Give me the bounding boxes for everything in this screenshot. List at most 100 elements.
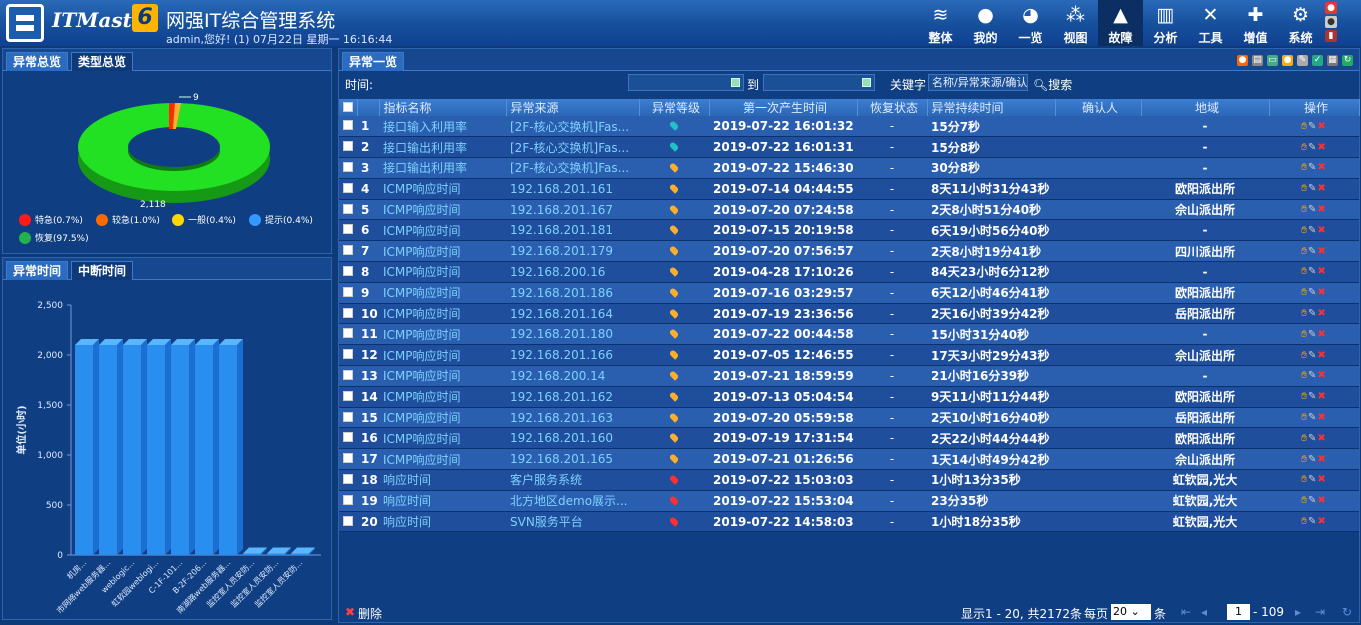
delete-button[interactable]: 删除 <box>358 605 382 622</box>
metric-name-link[interactable]: ICMP响应时间 <box>379 323 506 346</box>
tab-anomaly-overview[interactable]: 异常总览 <box>6 52 69 71</box>
row-checkbox[interactable] <box>343 473 353 484</box>
source-link[interactable]: [2F-核心交换机]Fas... <box>506 157 639 179</box>
metric-name-link[interactable]: ICMP响应时间 <box>379 427 506 450</box>
hand-icon[interactable]: ✋︎ <box>1301 142 1308 153</box>
source-link[interactable]: 192.168.201.164 <box>506 303 639 325</box>
hand-icon[interactable]: ✋︎ <box>1301 121 1308 132</box>
legend-item[interactable]: 较急(1.0%) <box>96 213 160 226</box>
edit-icon[interactable]: ✎ <box>1308 121 1317 132</box>
row-checkbox[interactable] <box>343 245 353 256</box>
edit-icon[interactable]: ✎ <box>1308 266 1317 277</box>
table-row[interactable]: 20 响应时间 SVN服务平台 2019-07-22 14:58:03-1小时18分3… <box>339 511 1359 533</box>
table-row[interactable]: 1 接口输入利用率 [2F-核心交换机]Fas... 2019-07-22 16:01… <box>339 116 1359 138</box>
alarm-icon[interactable]: ● <box>1325 2 1337 14</box>
source-link[interactable]: 客户服务系统 <box>506 469 639 491</box>
column-header[interactable]: 操作 <box>1269 99 1360 116</box>
edit-icon[interactable]: ✎ <box>1308 287 1317 298</box>
delete-icon[interactable]: ✖ <box>1317 433 1326 444</box>
excel-icon[interactable]: ▦ <box>1327 55 1338 66</box>
delete-icon[interactable]: ✖ <box>1317 412 1326 423</box>
hand-icon[interactable]: ✋︎ <box>1301 204 1308 215</box>
metric-name-link[interactable]: ICMP响应时间 <box>379 219 506 242</box>
hand-icon[interactable]: ✋︎ <box>1301 266 1308 277</box>
table-row[interactable]: 12 ICMP响应时间 192.168.201.166 2019-07-05 12:4… <box>339 344 1359 367</box>
hand-icon[interactable]: ✋︎ <box>1301 350 1308 361</box>
source-link[interactable]: SVN服务平台 <box>506 511 639 533</box>
source-link[interactable]: 192.168.201.163 <box>506 407 639 429</box>
source-link[interactable]: 192.168.200.16 <box>506 261 639 283</box>
row-checkbox[interactable] <box>343 432 353 443</box>
edit-icon[interactable]: ✎ <box>1308 308 1317 319</box>
edit-icon[interactable]: ✎ <box>1308 433 1317 444</box>
metric-name-link[interactable]: 接口输出利用率 <box>379 157 506 179</box>
table-row[interactable]: 9 ICMP响应时间 192.168.201.186 2019-07-16 03:29… <box>339 282 1359 304</box>
row-checkbox[interactable] <box>343 328 353 339</box>
edit-icon[interactable]: ✎ <box>1308 370 1317 381</box>
table-row[interactable]: 15 ICMP响应时间 192.168.201.163 2019-07-20 05:5… <box>339 407 1359 429</box>
legend-item[interactable]: 特急(0.7%) <box>19 213 83 226</box>
source-link[interactable]: 192.168.201.167 <box>506 199 639 221</box>
row-checkbox[interactable] <box>343 182 353 193</box>
source-link[interactable]: 192.168.201.161 <box>506 178 639 200</box>
delete-icon[interactable]: ✖ <box>1317 391 1326 402</box>
delete-icon[interactable]: ✖ <box>1317 454 1326 465</box>
source-link[interactable]: 192.168.201.186 <box>506 282 639 304</box>
table-row[interactable]: 6 ICMP响应时间 192.168.201.181 2019-07-15 20:19… <box>339 219 1359 242</box>
column-header[interactable]: 恢复状态 <box>857 99 928 116</box>
delete-icon[interactable]: ✖ <box>1317 516 1326 527</box>
refresh-page-icon[interactable]: ↻ <box>1342 605 1352 619</box>
next-page-icon[interactable]: ▸ <box>1295 605 1301 619</box>
row-checkbox[interactable] <box>343 120 353 131</box>
hand-icon[interactable]: ✋︎ <box>1301 225 1308 236</box>
delete-icon[interactable]: ✖ <box>1317 121 1326 132</box>
edit-icon[interactable]: ✎ <box>1308 329 1317 340</box>
calendar-icon[interactable] <box>862 78 871 87</box>
hand-icon[interactable]: ✋︎ <box>1301 183 1308 194</box>
last-page-icon[interactable]: ⇥ <box>1315 605 1325 619</box>
table-row[interactable]: 10 ICMP响应时间 192.168.201.164 2019-07-19 23:3… <box>339 303 1359 325</box>
table-row[interactable]: 16 ICMP响应时间 192.168.201.160 2019-07-19 17:3… <box>339 427 1359 450</box>
edit-icon[interactable]: ✎ <box>1308 412 1317 423</box>
table-row[interactable]: 14 ICMP响应时间 192.168.201.162 2019-07-13 05:0… <box>339 386 1359 408</box>
hand-icon[interactable]: ✋︎ <box>1301 162 1308 173</box>
metric-name-link[interactable]: ICMP响应时间 <box>379 407 506 429</box>
metric-name-link[interactable]: ICMP响应时间 <box>379 199 506 221</box>
source-link[interactable]: 192.168.201.179 <box>506 240 639 263</box>
table-row[interactable]: 2 接口输出利用率 [2F-核心交换机]Fas... 2019-07-22 16:01… <box>339 136 1359 159</box>
table-row[interactable]: 19 响应时间 北方地区demo展示... 2019-07-22 15:53:04-2… <box>339 490 1359 512</box>
delete-icon[interactable]: ✖ <box>1317 495 1326 506</box>
hand-icon[interactable]: ✋︎ <box>1301 454 1308 465</box>
row-checkbox[interactable] <box>343 369 353 380</box>
legend-item[interactable]: 恢复(97.5%) <box>19 231 89 244</box>
tab-type-overview[interactable]: 类型总览 <box>71 52 134 71</box>
column-header[interactable]: 指标名称 <box>379 99 507 116</box>
row-checkbox[interactable] <box>343 390 353 401</box>
nav-item-2[interactable]: ◕ 一览 <box>1008 0 1053 46</box>
row-checkbox[interactable] <box>343 141 353 152</box>
column-header[interactable]: 异常等级 <box>639 99 710 116</box>
table-row[interactable]: 17 ICMP响应时间 192.168.201.165 2019-07-21 01:2… <box>339 448 1359 471</box>
end-date-input[interactable] <box>763 74 875 91</box>
column-header[interactable]: 地域 <box>1141 99 1270 116</box>
hand-icon[interactable]: ✋︎ <box>1301 433 1308 444</box>
hand-icon[interactable]: ✋︎ <box>1301 412 1308 423</box>
table-row[interactable]: 18 响应时间 客户服务系统 2019-07-22 15:03:03-1小时13分35… <box>339 469 1359 491</box>
monitor-icon[interactable]: ▭ <box>1267 55 1278 66</box>
row-checkbox[interactable] <box>343 203 353 214</box>
exit-icon[interactable]: ▮ <box>1325 30 1337 42</box>
delete-icon[interactable]: ✖ <box>1317 474 1326 485</box>
row-checkbox[interactable] <box>343 307 353 318</box>
row-checkbox[interactable] <box>343 411 353 422</box>
source-link[interactable]: 192.168.201.160 <box>506 427 639 450</box>
user-switch-icon[interactable]: ● <box>1325 16 1337 28</box>
tab-anomaly-list[interactable]: 异常一览 <box>342 52 405 71</box>
nav-item-0[interactable]: ≋ 整体 <box>918 0 963 46</box>
bulb-icon[interactable]: ● <box>1282 55 1293 66</box>
edit-icon[interactable]: ✎ <box>1308 162 1317 173</box>
column-header[interactable]: 第一次产生时间 <box>709 99 858 116</box>
legend-item[interactable]: 提示(0.4%) <box>249 213 313 226</box>
search-button[interactable]: 🔍︎搜索 <box>1033 76 1072 93</box>
source-link[interactable]: 192.168.201.181 <box>506 219 639 242</box>
edit-icon[interactable]: ✎ <box>1308 350 1317 361</box>
